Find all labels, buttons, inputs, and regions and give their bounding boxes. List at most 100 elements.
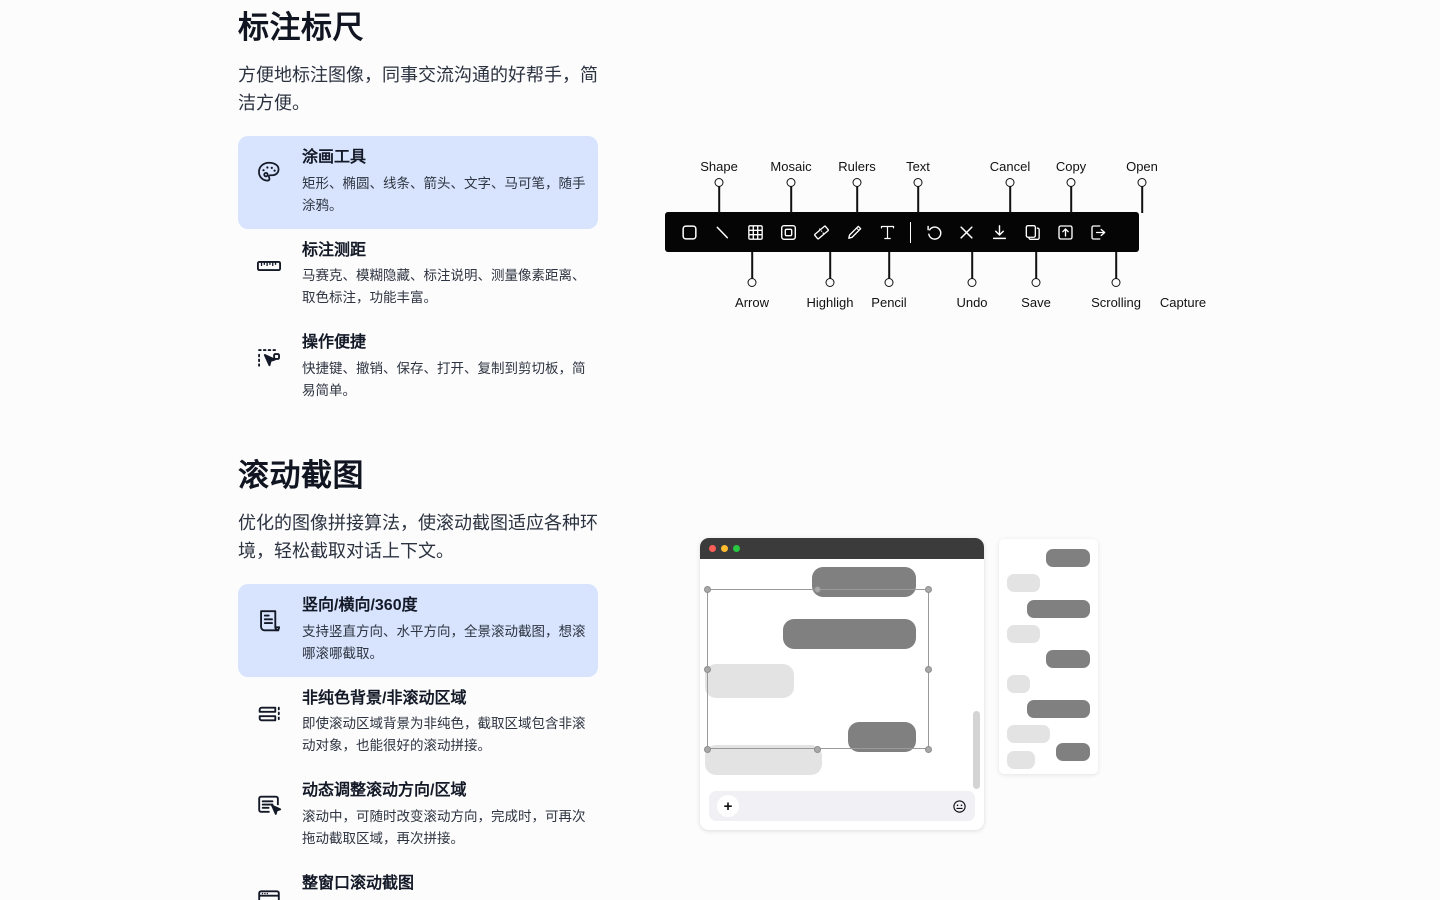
feature-item-nonsolid-bg[interactable]: 非纯色背景/非滚动区域 即使滚动区域背景为非纯色，截取区域包含非滚动对象，也能很… (238, 677, 598, 770)
callout-label: Pencil (871, 295, 907, 310)
arrow-tool-button[interactable] (706, 216, 739, 248)
preview-bubble (1007, 725, 1050, 743)
dashed-select-cursor-icon (250, 339, 288, 377)
save-button[interactable] (983, 216, 1016, 248)
chat-input-bar[interactable]: + (709, 791, 975, 821)
stitched-result-preview (999, 539, 1098, 774)
feature-title: 竖向/横向/360度 (302, 597, 418, 615)
selection-handle[interactable] (814, 746, 821, 753)
feature-body: 竖向/横向/360度 支持竖直方向、水平方向，全景滚动截图，想滚哪滚哪截取。 (302, 596, 588, 665)
selection-handle[interactable] (814, 586, 821, 593)
feature-body: 整窗口滚动截图 按住Option键，点选窗口，可整窗口滚动拼接 (302, 874, 588, 900)
open-button[interactable] (1082, 216, 1115, 248)
feature-item-operations[interactable]: 操作便捷 快捷键、撤销、保存、打开、复制到剪切板，简易简单。 (238, 321, 598, 414)
feature-item-directions[interactable]: 竖向/横向/360度 支持竖直方向、水平方向，全景滚动截图，想滚哪滚哪截取。 (238, 584, 598, 677)
selection-handle[interactable] (704, 746, 711, 753)
browser-window-icon (250, 880, 288, 900)
feature-item-whole-window[interactable]: 整窗口滚动截图 按住Option键，点选窗口，可整窗口滚动拼接 (238, 862, 598, 900)
scroll-document-icon (250, 602, 288, 640)
callout-label: Copy (1055, 159, 1087, 174)
callout-label: Arrow (735, 295, 769, 310)
pencil-tool-button[interactable] (838, 216, 871, 248)
chat-window-mock: + (700, 538, 984, 830)
maximize-traffic-light[interactable] (733, 545, 740, 552)
highlight-tool-button[interactable] (772, 216, 805, 248)
callout-label: Mosaic (770, 159, 812, 174)
scrolling-capture-button[interactable] (1049, 216, 1082, 248)
cancel-button[interactable] (950, 216, 983, 248)
feature-desc: 滚动中，可随时改变滚动方向，完成时，可再次拖动截取区域，再次拼接。 (302, 809, 586, 846)
minimize-traffic-light[interactable] (721, 545, 728, 552)
callout-stem (790, 186, 792, 213)
callout-stem (718, 186, 720, 213)
undo-button[interactable] (917, 216, 950, 248)
palette-icon (250, 154, 288, 192)
feature-item-paint-tools[interactable]: 涂画工具 矩形、椭圆、线条、箭头、文字、马可笔，随手涂鸦。 (238, 136, 598, 229)
page-root: 标注标尺 方便地标注图像，同事交流沟通的好帮手，简洁方便。 涂画工具 矩形、椭圆… (0, 0, 1440, 900)
preview-bubble (1007, 675, 1030, 693)
preview-bubble (1007, 751, 1035, 769)
callout-dot (1111, 278, 1121, 287)
feature-item-dynamic-direction[interactable]: 动态调整滚动方向/区域 滚动中，可随时改变滚动方向，完成时，可再次拖动截取区域，… (238, 769, 598, 862)
preview-bubble (1027, 700, 1090, 718)
selection-handle[interactable] (704, 666, 711, 673)
chat-window: + (700, 538, 984, 830)
callout-dot (747, 278, 757, 287)
selection-handle[interactable] (704, 586, 711, 593)
emoji-icon[interactable] (952, 799, 967, 814)
feature-title: 整窗口滚动截图 (302, 874, 415, 892)
callout-label: Scrolling (1091, 295, 1141, 310)
selection-handle[interactable] (925, 666, 932, 673)
section-subtitle: 优化的图像拼接算法，使滚动截图适应各种环境，轻松截取对话上下文。 (238, 512, 598, 562)
section-subtitle: 方便地标注图像，同事交流沟通的好帮手，简洁方便。 (238, 64, 598, 114)
window-titlebar (700, 538, 984, 559)
callout-label: Undo (956, 295, 988, 310)
vertical-scrollbar[interactable] (973, 711, 980, 789)
feature-title: 非纯色背景/非滚动区域 (302, 689, 467, 707)
shape-tool-button[interactable] (673, 216, 706, 248)
callout-stem (917, 186, 919, 213)
feature-title: 标注测距 (302, 241, 367, 259)
selection-handle[interactable] (925, 746, 932, 753)
callout-dot (1031, 278, 1041, 287)
section-title: 滚动截图 (238, 458, 364, 493)
callout-label: Shape (700, 159, 738, 174)
section-annotate: 标注标尺 方便地标注图像，同事交流沟通的好帮手，简洁方便。 涂画工具 矩形、椭圆… (238, 10, 598, 414)
preview-bubble (1056, 743, 1090, 761)
feature-desc: 即使滚动区域背景为非纯色，截取区域包含非滚动对象，也能很好的滚动拼接。 (302, 716, 586, 754)
feature-body: 涂画工具 矩形、椭圆、线条、箭头、文字、马可笔，随手涂鸦。 (302, 148, 588, 217)
preview-bubble (1007, 574, 1040, 592)
annotation-toolbar-diagram: Shape Mosaic Rulers Text Cancel Copy Ope… (665, 159, 1206, 310)
callout-label: Text (906, 159, 930, 174)
feature-body: 非纯色背景/非滚动区域 即使滚动区域背景为非纯色，截取区域包含非滚动对象，也能很… (302, 689, 588, 758)
callout-label: Highligh (806, 295, 854, 310)
feature-body: 动态调整滚动方向/区域 滚动中，可随时改变滚动方向，完成时，可再次拖动截取区域，… (302, 781, 588, 850)
callout-label: Capture (1159, 295, 1207, 310)
chat-message-list (700, 559, 984, 791)
callout-stem (751, 252, 753, 279)
callout-stem (1115, 252, 1117, 279)
feature-body: 操作便捷 快捷键、撤销、保存、打开、复制到剪切板，简易简单。 (302, 333, 588, 402)
close-traffic-light[interactable] (709, 545, 716, 552)
feature-body: 标注测距 马赛克、模糊隐藏、标注说明、测量像素距离、取色标注，功能丰富。 (302, 241, 588, 310)
mosaic-tool-button[interactable] (739, 216, 772, 248)
feature-desc: 支持竖直方向、水平方向，全景滚动截图，想滚哪滚哪截取。 (302, 623, 586, 661)
feature-title: 动态调整滚动方向/区域 (302, 782, 467, 800)
capture-selection-box[interactable] (707, 589, 929, 749)
feature-title: 操作便捷 (302, 334, 367, 352)
page-title: 标注标尺 (238, 10, 364, 45)
feature-item-measure[interactable]: 标注测距 马赛克、模糊隐藏、标注说明、测量像素距离、取色标注，功能丰富。 (238, 229, 598, 322)
chat-bubble (705, 745, 822, 775)
copy-button[interactable] (1016, 216, 1049, 248)
text-tool-button[interactable] (871, 216, 904, 248)
add-attachment-icon[interactable]: + (717, 795, 739, 817)
callout-stem (1009, 186, 1011, 213)
preview-bubble (1046, 549, 1090, 567)
callout-dot (967, 278, 977, 287)
callout-stem (1141, 186, 1143, 213)
feature-title: 涂画工具 (302, 149, 367, 167)
selection-handle[interactable] (925, 586, 932, 593)
rulers-tool-button[interactable] (805, 216, 838, 248)
callout-stem (888, 252, 890, 279)
section-scrolling-capture: 滚动截图 优化的图像拼接算法，使滚动截图适应各种环境，轻松截取对话上下文。 竖向… (238, 458, 598, 900)
